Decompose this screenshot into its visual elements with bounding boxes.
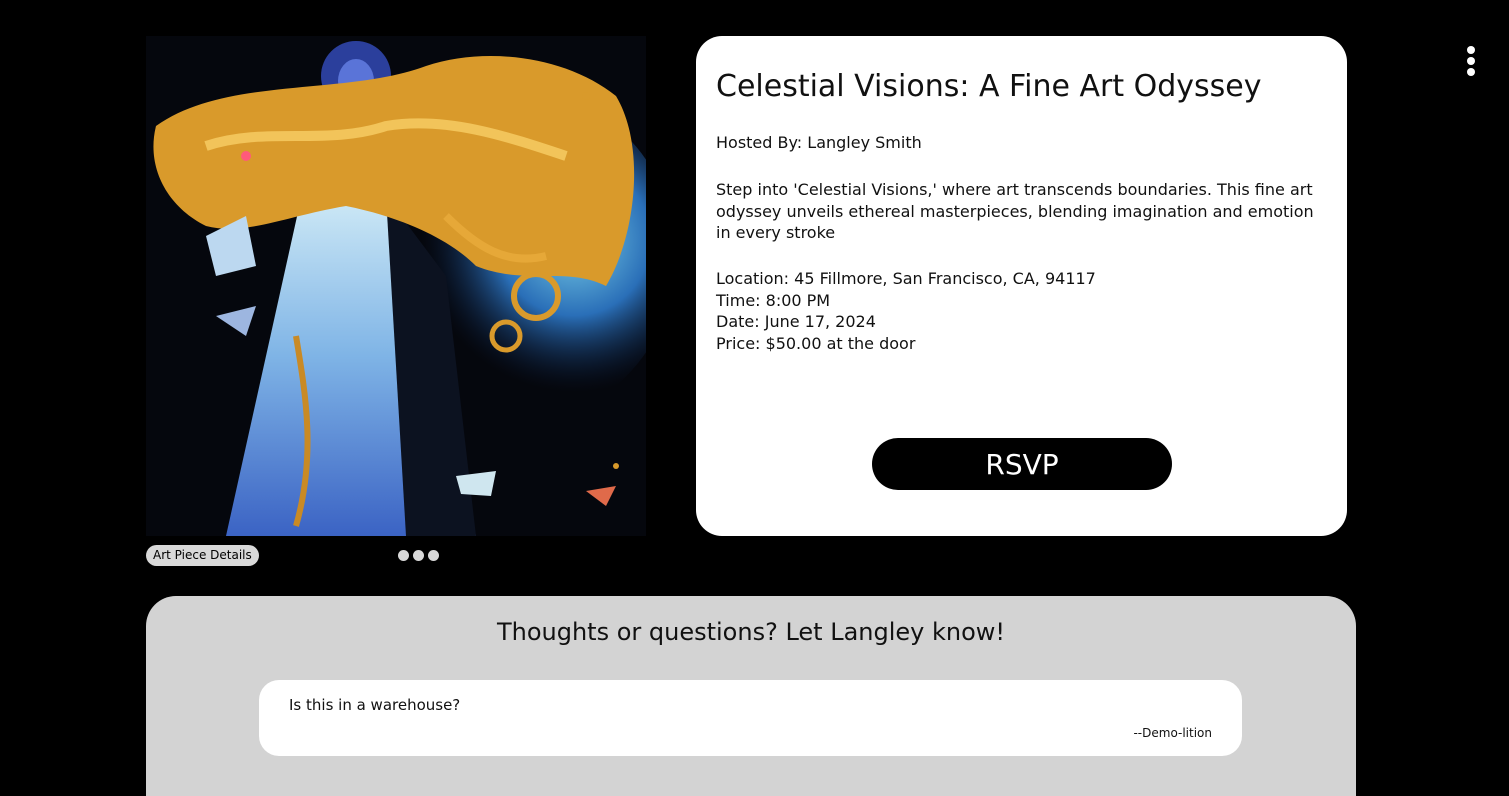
artwork-image: [146, 36, 646, 536]
event-price: Price: $50.00 at the door: [716, 333, 916, 353]
carousel-dots: [398, 550, 439, 561]
art-piece-details-button[interactable]: Art Piece Details: [146, 545, 259, 566]
event-card: Celestial Visions: A Fine Art Odyssey Ho…: [696, 36, 1347, 536]
comment-text: Is this in a warehouse?: [289, 696, 461, 714]
carousel-dot[interactable]: [428, 550, 439, 561]
carousel-dot[interactable]: [413, 550, 424, 561]
carousel-dot[interactable]: [398, 550, 409, 561]
comment-card: Is this in a warehouse? --Demo-lition: [259, 680, 1242, 756]
event-description: Step into 'Celestial Visions,' where art…: [716, 180, 1314, 242]
kebab-menu-icon[interactable]: [1462, 46, 1480, 78]
comments-section: Thoughts or questions? Let Langley know!…: [146, 596, 1356, 796]
rsvp-button[interactable]: RSVP: [872, 438, 1172, 490]
comments-heading: Thoughts or questions? Let Langley know!: [496, 618, 1006, 646]
comment-author: --Demo-lition: [1133, 726, 1212, 740]
event-date: Date: June 17, 2024: [716, 312, 876, 331]
event-time: Time: 8:00 PM: [716, 290, 831, 310]
event-host: Hosted By: Langley Smith: [716, 133, 922, 152]
event-title: Celestial Visions: A Fine Art Odyssey: [716, 69, 1262, 104]
event-location: Location: 45 Fillmore, San Francisco, CA…: [716, 269, 1096, 288]
event-info: Location: 45 Fillmore, San Francisco, CA…: [716, 268, 1096, 354]
